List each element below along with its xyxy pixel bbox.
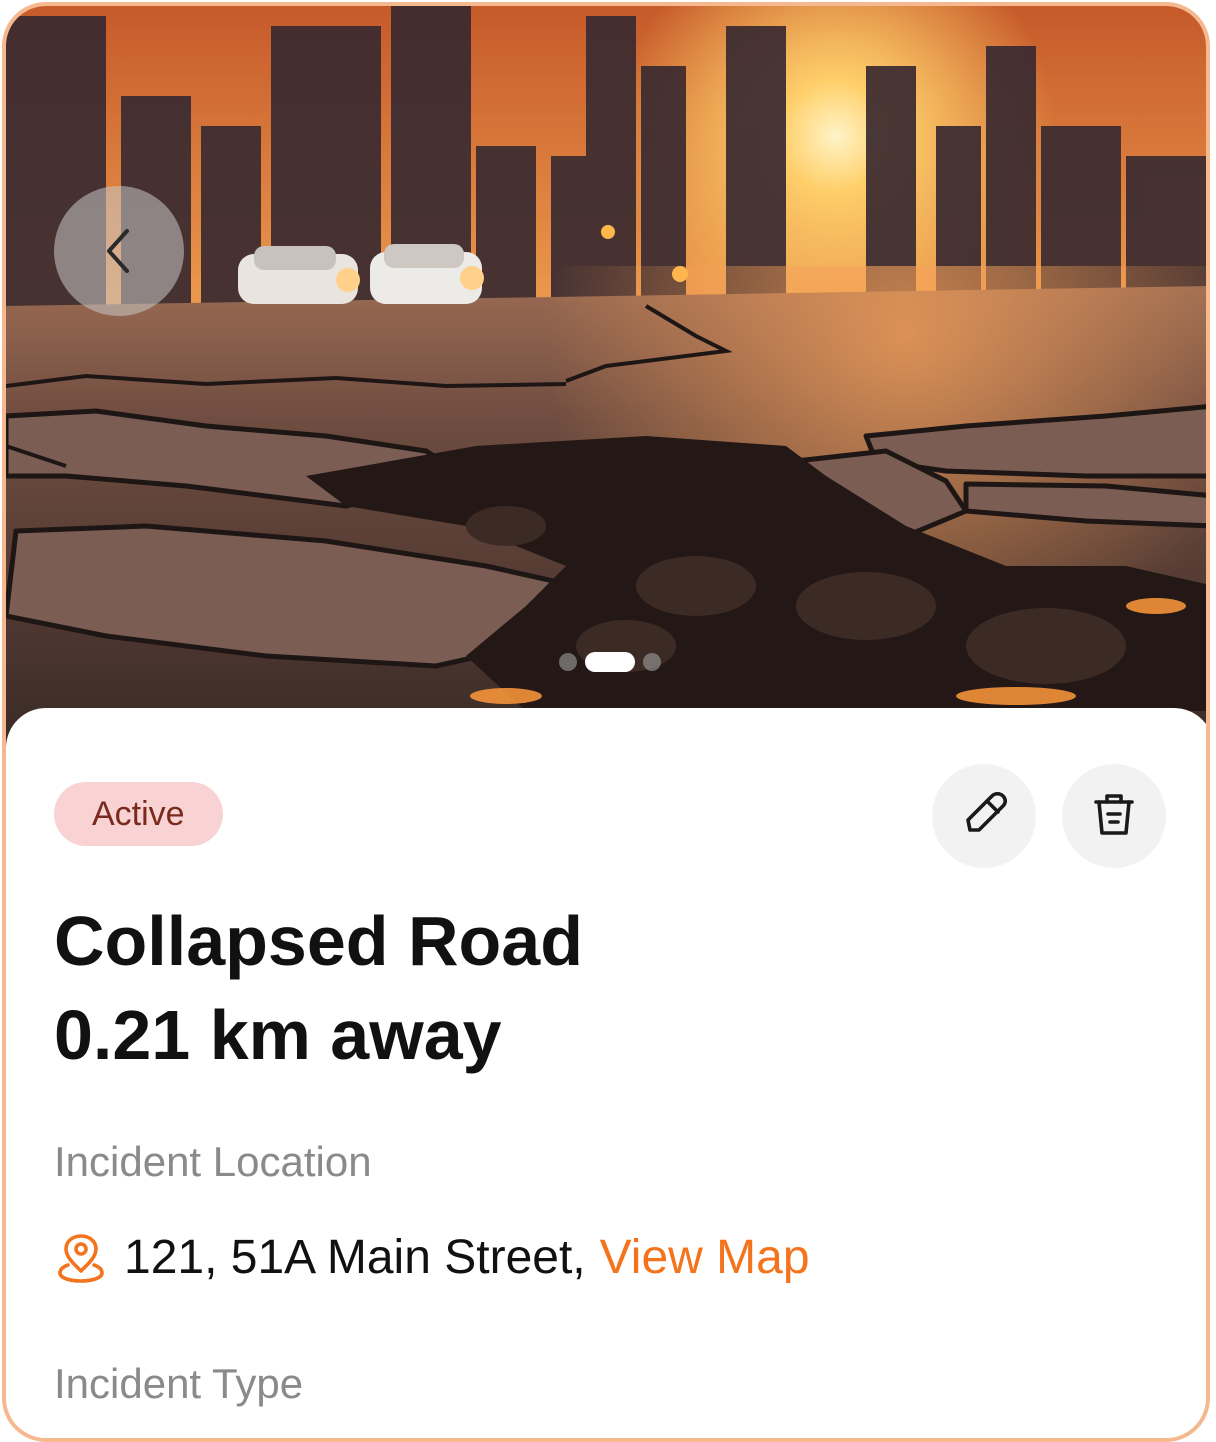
delete-button[interactable] — [1062, 764, 1166, 868]
pencil-icon — [956, 786, 1012, 847]
details-sheet: Active Collapsed Road 0.21 km away Incid… — [6, 708, 1206, 1438]
incident-address: 121, 51A Main Street, View Map — [54, 1230, 810, 1285]
incident-distance: 0.21 km away — [54, 996, 502, 1074]
incident-detail-card: Active Collapsed Road 0.21 km away Incid… — [2, 2, 1210, 1442]
incident-location-label: Incident Location — [54, 1138, 372, 1185]
address-text: 121, 51A Main Street, — [124, 1231, 586, 1284]
carousel-indicator — [6, 652, 1206, 672]
carousel-dot[interactable] — [559, 653, 577, 671]
edit-button[interactable] — [932, 764, 1036, 868]
cracked-road-photo — [6, 6, 1206, 746]
back-button[interactable] — [54, 186, 184, 316]
status-badge: Active — [54, 782, 223, 846]
carousel-dot[interactable] — [643, 653, 661, 671]
incident-title: Collapsed Road 0.21 km away — [54, 894, 583, 1082]
view-map-link[interactable]: View Map — [600, 1230, 810, 1285]
incident-photo — [6, 6, 1206, 746]
carousel-dot-active[interactable] — [585, 652, 635, 672]
chevron-left-icon — [99, 223, 139, 279]
incident-type-label: Incident Type — [54, 1360, 304, 1407]
incident-name: Collapsed Road — [54, 902, 583, 980]
trash-icon — [1086, 786, 1142, 847]
location-pin-icon — [54, 1231, 108, 1285]
